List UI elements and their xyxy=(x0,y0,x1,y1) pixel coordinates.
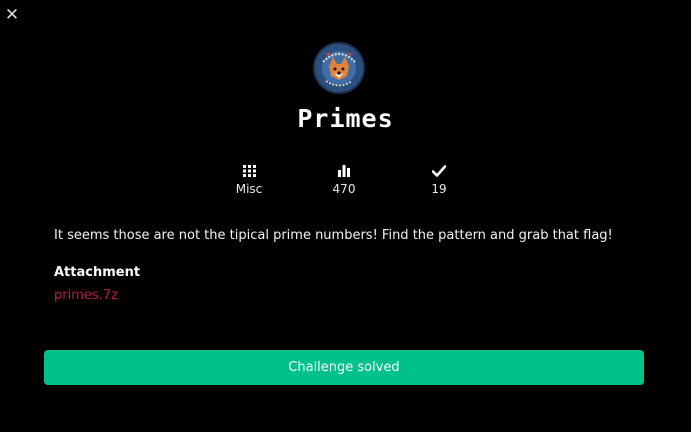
solves-value: 19 xyxy=(431,182,447,196)
attachment-link[interactable]: primes.7z xyxy=(54,288,118,303)
stat-points: 470 xyxy=(314,162,374,196)
challenge-stats: Misc 470 19 xyxy=(0,162,691,202)
challenge-title: Primes xyxy=(297,104,394,133)
points-value: 470 xyxy=(332,182,356,196)
ctf-logo xyxy=(313,42,365,94)
stat-category: Misc xyxy=(219,162,279,196)
challenge-solved-button[interactable]: Challenge solved xyxy=(44,350,644,385)
category-value: Misc xyxy=(235,182,263,196)
check-icon xyxy=(409,162,469,178)
attachment-heading: Attachment xyxy=(54,265,141,280)
stat-solves: 19 xyxy=(409,162,469,196)
bar-chart-icon xyxy=(314,162,374,178)
close-icon[interactable]: ✕ xyxy=(4,5,20,25)
grid-icon xyxy=(219,162,279,178)
challenge-description: It seems those are not the tipical prime… xyxy=(54,228,613,243)
challenge-modal: ✕ Primes Misc 470 19 It seems those are … xyxy=(0,0,691,432)
